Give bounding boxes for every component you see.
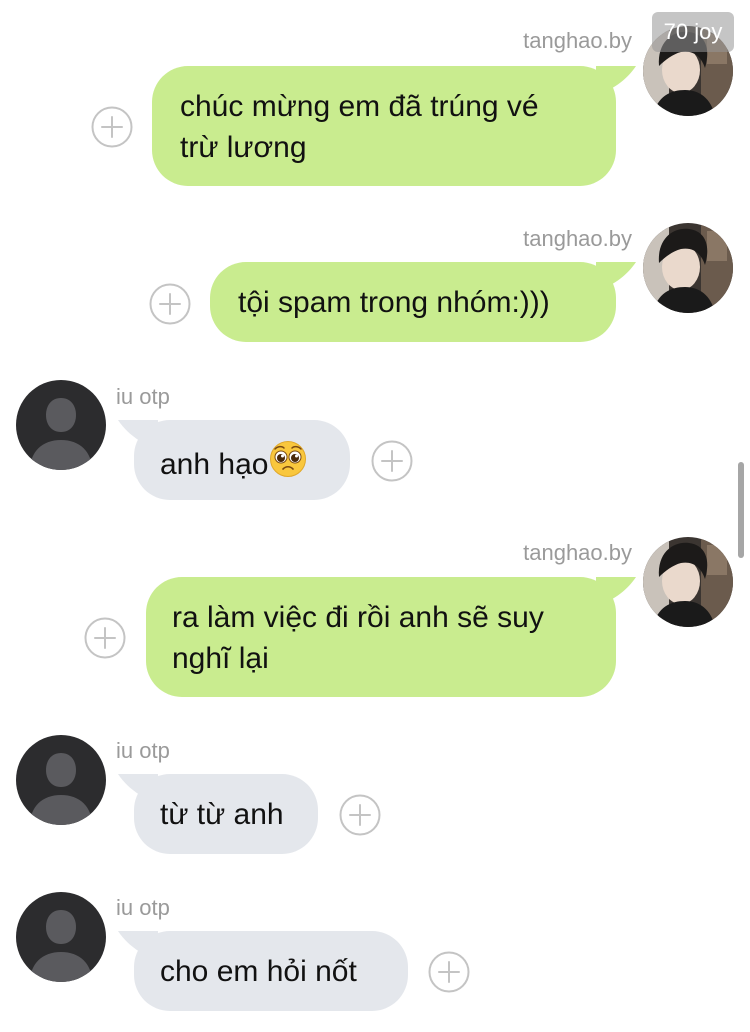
sender-name: iu otp bbox=[116, 738, 170, 763]
avatar[interactable] bbox=[16, 380, 106, 470]
pleading-face-emoji-icon bbox=[270, 441, 307, 477]
sender-name: tanghao.by bbox=[523, 28, 632, 53]
add-reaction-icon[interactable] bbox=[84, 617, 126, 659]
message-line: nghĩ lại bbox=[172, 642, 269, 675]
scrollbar-thumb[interactable] bbox=[738, 462, 744, 558]
bubble-tail bbox=[596, 66, 636, 96]
message-line: cho em hỏi nốt bbox=[160, 955, 357, 988]
avatar[interactable] bbox=[16, 892, 106, 982]
avatar[interactable] bbox=[643, 223, 733, 313]
sender-name: iu otp bbox=[116, 895, 170, 920]
message-bubble[interactable]: chúc mừng em đã trúng vé trừ lương bbox=[152, 66, 616, 186]
message-line: chúc mừng em đã trúng vé bbox=[180, 90, 539, 123]
avatar[interactable] bbox=[643, 537, 733, 627]
add-reaction-icon[interactable] bbox=[371, 440, 413, 482]
add-reaction-icon[interactable] bbox=[91, 106, 133, 148]
bubble-tail bbox=[596, 262, 636, 292]
message-bubble[interactable]: cho em hỏi nốt bbox=[134, 931, 408, 1011]
sender-name: tanghao.by bbox=[523, 540, 632, 565]
message-bubble[interactable]: tội spam trong nhóm:))) bbox=[210, 262, 616, 342]
bubble-tail bbox=[596, 577, 636, 607]
message-line: ra làm việc đi rồi anh sẽ suy bbox=[172, 601, 544, 634]
message-line: anh hạo bbox=[160, 448, 269, 481]
add-reaction-icon[interactable] bbox=[149, 283, 191, 325]
sender-name: iu otp bbox=[116, 384, 170, 409]
message-line: trừ lương bbox=[180, 131, 307, 164]
add-reaction-icon[interactable] bbox=[339, 794, 381, 836]
sender-name: tanghao.by bbox=[523, 226, 632, 251]
add-reaction-icon[interactable] bbox=[428, 951, 470, 993]
message-bubble[interactable]: từ từ anh bbox=[134, 774, 318, 854]
message-line: tội spam trong nhóm:))) bbox=[238, 286, 550, 319]
message-bubble[interactable]: anh hạo bbox=[134, 420, 350, 500]
message-line: từ từ anh bbox=[160, 798, 284, 831]
watermark-label: 70 joy bbox=[652, 12, 734, 52]
message-bubble[interactable]: ra làm việc đi rồi anh sẽ suy nghĩ lại bbox=[146, 577, 616, 697]
avatar[interactable] bbox=[16, 735, 106, 825]
